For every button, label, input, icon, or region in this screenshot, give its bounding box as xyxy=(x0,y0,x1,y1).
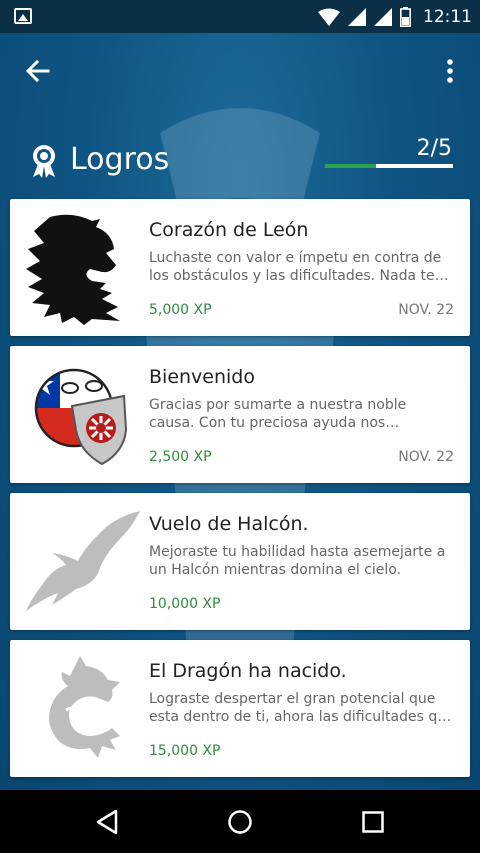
achievement-description: Gracias por sumarte a nuestra noble caus… xyxy=(149,397,407,431)
progress-bar xyxy=(325,164,453,168)
achievement-card[interactable]: El Dragón ha nacido. Lograste despertar … xyxy=(10,640,470,777)
achievement-xp: 15,000 XP xyxy=(149,743,221,759)
countryball-icon xyxy=(34,368,128,466)
wifi-icon xyxy=(318,8,340,26)
achievement-title: Bienvenido xyxy=(149,366,255,388)
page-title: Logros xyxy=(70,142,170,177)
progress-count: 2/5 xyxy=(416,136,452,161)
falcon-icon xyxy=(26,511,140,611)
recents-square-icon[interactable] xyxy=(358,807,388,837)
achievement-title: El Dragón ha nacido. xyxy=(149,660,347,682)
more-options-icon[interactable] xyxy=(438,55,462,87)
achievement-date: NOV. 22 xyxy=(398,302,454,318)
cell-signal-icon xyxy=(348,8,366,26)
achievement-card[interactable]: Vuelo de Halcón. Mejoraste tu habilidad … xyxy=(10,493,470,630)
achievement-description: Mejoraste tu habilidad hasta asemejarte … xyxy=(149,544,446,578)
gallery-notification-icon xyxy=(14,8,32,24)
system-nav-bar xyxy=(0,790,480,853)
achievement-date: NOV. 22 xyxy=(398,449,454,465)
achievement-title: Corazón de León xyxy=(149,219,309,241)
achievement-card[interactable]: Corazón de León Luchaste con valor e ímp… xyxy=(10,199,470,336)
achievements-list[interactable]: Corazón de León Luchaste con valor e ímp… xyxy=(10,199,470,787)
achievement-title: Vuelo de Halcón. xyxy=(149,513,309,535)
lion-head-icon xyxy=(26,214,120,325)
battery-icon xyxy=(400,7,411,27)
achievement-description: Luchaste con valor e ímpetu en contra de… xyxy=(149,250,449,284)
achievement-description: Lograste despertar el gran potencial que… xyxy=(149,691,454,725)
achievement-xp: 2,500 XP xyxy=(149,449,212,465)
home-circle-icon[interactable] xyxy=(225,807,255,837)
status-bar: 12:11 xyxy=(0,0,480,33)
award-ribbon-icon xyxy=(33,145,55,178)
achievements-header: Logros 2/5 xyxy=(0,136,480,190)
achievement-card[interactable]: Bienvenido Gracias por sumarte a nuestra… xyxy=(10,346,470,483)
clock: 12:11 xyxy=(423,7,472,27)
achievement-xp: 5,000 XP xyxy=(149,302,212,318)
back-arrow-icon[interactable] xyxy=(22,55,54,87)
achievement-xp: 10,000 XP xyxy=(149,596,221,612)
cell-signal-2-icon xyxy=(374,8,392,26)
progress-bar-fill xyxy=(325,164,377,168)
dragon-icon xyxy=(49,656,120,758)
back-triangle-icon[interactable] xyxy=(92,807,122,837)
toolbar xyxy=(0,33,480,109)
